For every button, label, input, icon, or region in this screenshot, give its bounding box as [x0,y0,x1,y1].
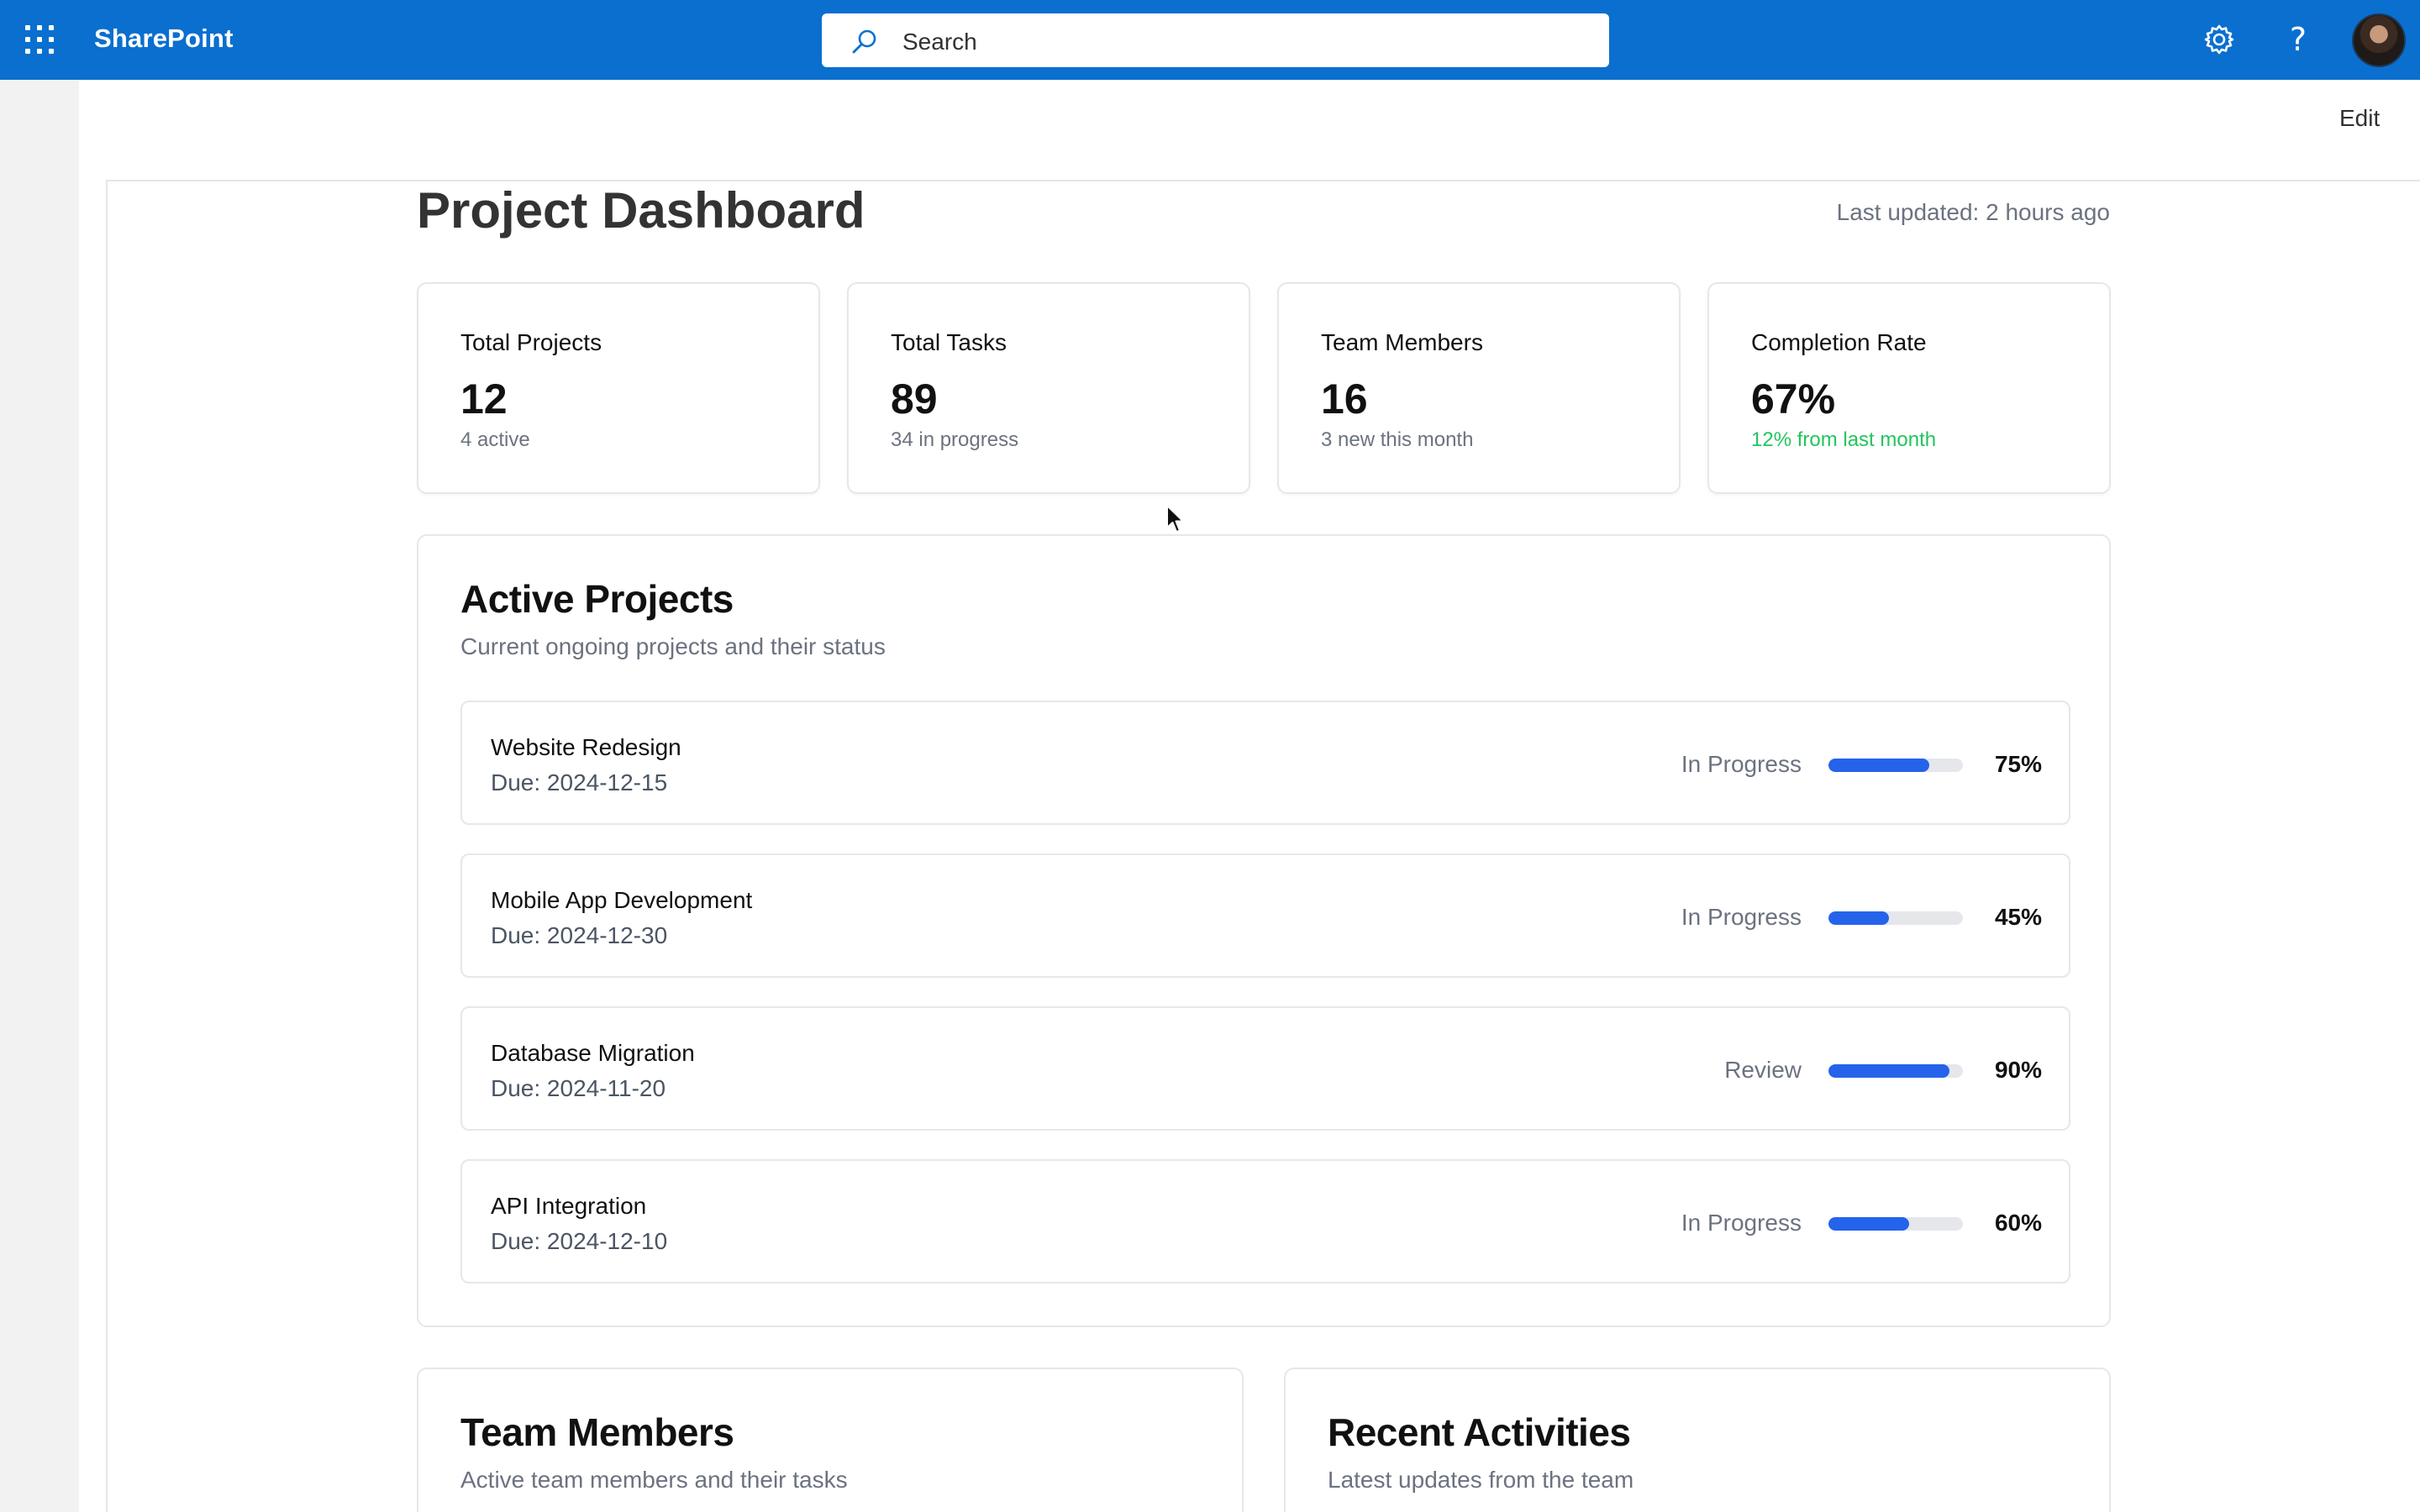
progress-percent: 90% [1994,1057,2042,1083]
avatar[interactable] [2352,13,2406,67]
recent-activities-panel: Recent Activities Latest updates from th… [1284,1368,2111,1512]
project-row[interactable]: Database Migration Due: 2024-11-20 Revie… [460,1006,2070,1131]
progress-bar [1828,1217,1963,1231]
project-row[interactable]: Mobile App Development Due: 2024-12-30 I… [460,853,2070,978]
stat-value: 16 [1321,375,1368,423]
section-description: Active team members and their tasks [460,1467,848,1493]
stat-label: Completion Rate [1751,329,1927,355]
last-updated: Last updated: 2 hours ago [1836,199,2110,225]
project-status: In Progress [1681,751,1802,777]
stat-card-team-members: Team Members 16 3 new this month [1277,282,1681,494]
stat-card-total-projects: Total Projects 12 4 active [417,282,820,494]
stat-sub: 4 active [460,428,530,451]
search-placeholder: Search [902,29,977,55]
help-icon[interactable]: ? [2281,22,2316,57]
left-rail [0,80,79,1512]
stat-label: Total Tasks [891,329,1007,355]
section-title: Recent Activities [1328,1410,1631,1454]
stat-value: 67% [1751,375,1836,423]
project-name: API Integration [491,1193,647,1219]
suite-bar: SharePoint Search ? [0,0,2420,80]
section-title: Active Projects [460,577,734,621]
project-name: Website Redesign [491,734,681,760]
team-members-panel: Team Members Active team members and the… [417,1368,1244,1512]
mouse-pointer-icon [1166,505,1184,533]
project-name: Mobile App Development [491,887,753,913]
active-projects-panel: Active Projects Current ongoing projects… [417,534,2111,1327]
section-title: Team Members [460,1410,734,1454]
stat-label: Total Projects [460,329,602,355]
progress-bar [1828,911,1963,925]
search-box[interactable]: Search [822,13,1609,67]
search-icon [852,29,876,54]
project-due: Due: 2024-12-10 [491,1228,668,1254]
section-description: Current ongoing projects and their statu… [460,633,886,659]
project-status: Review [1724,1057,1802,1083]
progress-bar [1828,1064,1963,1078]
progress-percent: 60% [1994,1210,2042,1236]
stat-card-completion-rate: Completion Rate 67% 12% from last month [1707,282,2111,494]
progress-bar [1828,759,1963,772]
stat-value: 12 [460,375,508,423]
project-name: Database Migration [491,1040,695,1066]
progress-percent: 75% [1994,751,2042,777]
edit-button[interactable]: Edit [2339,105,2380,132]
page-title: Project Dashboard [417,182,865,239]
canvas-left-border [106,180,108,1512]
section-description: Latest updates from the team [1328,1467,1634,1493]
brand-name[interactable]: SharePoint [94,24,234,54]
stat-sub: 3 new this month [1321,428,1474,451]
stat-sub: 34 in progress [891,428,1019,451]
project-status: In Progress [1681,1210,1802,1236]
project-status: In Progress [1681,904,1802,930]
stat-value: 89 [891,375,938,423]
stat-label: Team Members [1321,329,1483,355]
stat-sub-trend: 12% from last month [1751,428,1937,451]
project-due: Due: 2024-12-15 [491,769,668,795]
project-due: Due: 2024-12-30 [491,922,668,948]
stat-card-total-tasks: Total Tasks 89 34 in progress [847,282,1250,494]
app-launcher-icon[interactable] [25,25,54,54]
project-row[interactable]: API Integration Due: 2024-12-10 In Progr… [460,1159,2070,1284]
project-due: Due: 2024-11-20 [491,1075,666,1101]
gear-icon[interactable] [2202,22,2237,57]
progress-percent: 45% [1994,904,2042,930]
project-row[interactable]: Website Redesign Due: 2024-12-15 In Prog… [460,701,2070,825]
